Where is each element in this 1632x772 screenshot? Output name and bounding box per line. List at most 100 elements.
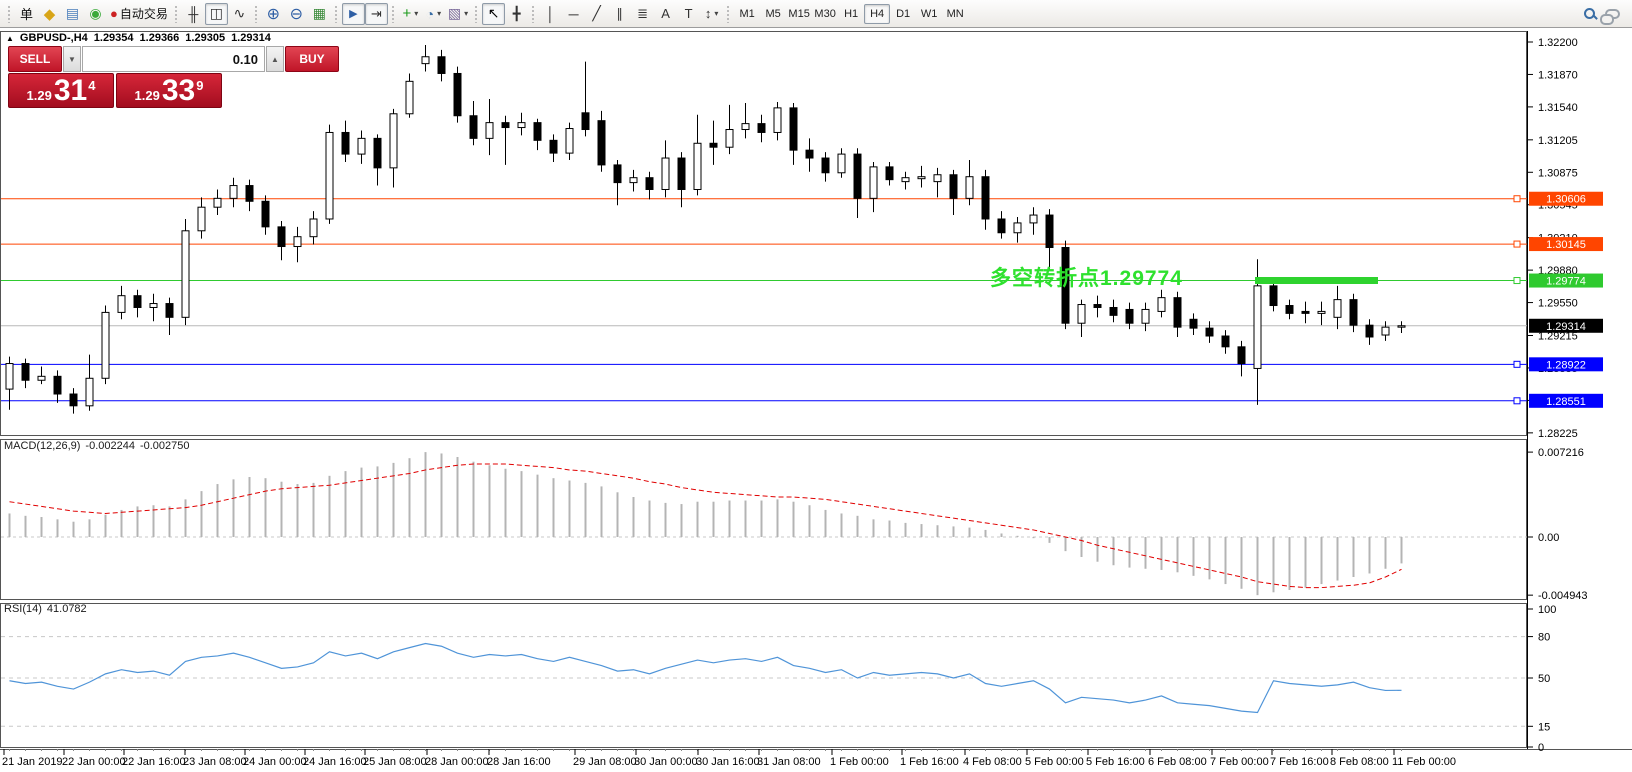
arrows-icon[interactable]: ↕▾ [700, 3, 723, 25]
timeframe-mn[interactable]: MN [942, 4, 968, 24]
one-click-trade-panel: SELL ▼ ▲ BUY 1.29 31 4 1.29 33 9 [8, 46, 222, 108]
svg-text:1 Feb 16:00: 1 Feb 16:00 [900, 756, 959, 768]
volume-input[interactable] [82, 46, 265, 72]
ohlc-low: 1.29305 [185, 32, 225, 44]
ohlc-open: 1.29354 [94, 32, 134, 44]
svg-text:21 Jan 2019: 21 Jan 2019 [2, 756, 63, 768]
svg-text:11 Feb 00:00: 11 Feb 00:00 [1392, 756, 1456, 768]
svg-text:-0.004943: -0.004943 [1538, 590, 1588, 602]
main-pane-frame [1, 32, 1527, 436]
horizontal-line-icon[interactable]: ─ [562, 3, 585, 25]
turning-point-annotation[interactable]: 多空转折点1.29774 [990, 262, 1183, 292]
candlestick-icon: ◫ [210, 5, 223, 22]
timeframe-m15[interactable]: M15 [786, 4, 812, 24]
svg-text:7 Feb 00:00: 7 Feb 00:00 [1210, 756, 1269, 768]
svg-text:30 Jan 00:00: 30 Jan 00:00 [634, 756, 698, 768]
templates-icon[interactable]: ▧▾ [445, 3, 471, 25]
svg-text:7 Feb 16:00: 7 Feb 16:00 [1270, 756, 1329, 768]
channel-icon: ∥ [616, 6, 623, 22]
svg-text:1.31205: 1.31205 [1538, 135, 1578, 147]
chat-icon[interactable] [1605, 9, 1620, 19]
channel-icon[interactable]: ∥ [608, 3, 631, 25]
svg-text:1.29550: 1.29550 [1538, 298, 1578, 310]
indicators-icon[interactable]: +▾ [399, 3, 422, 25]
sell-price-pip: 4 [88, 78, 95, 93]
svg-text:28 Jan 16:00: 28 Jan 16:00 [487, 756, 551, 768]
fibonacci-icon[interactable]: ≣ [631, 3, 654, 25]
sell-price[interactable]: 1.29 31 4 [8, 73, 114, 108]
chart-window-icon[interactable]: ▤ [61, 3, 84, 25]
new-order-icon[interactable]: ◆ [38, 3, 61, 25]
svg-text:1.29774: 1.29774 [1546, 276, 1586, 288]
candlestick-icon[interactable]: ◫ [205, 3, 228, 25]
zoom-out-icon[interactable]: ⊖ [285, 3, 308, 25]
search-icon[interactable] [1584, 8, 1595, 19]
buy-button[interactable]: BUY [285, 46, 339, 72]
svg-text:1.31540: 1.31540 [1538, 102, 1578, 114]
svg-text:4 Feb 08:00: 4 Feb 08:00 [963, 756, 1022, 768]
volume-down-button[interactable]: ▼ [63, 46, 81, 72]
crosshair-icon[interactable]: ╋ [505, 3, 528, 25]
buy-price[interactable]: 1.29 33 9 [116, 73, 222, 108]
svg-text:1.32200: 1.32200 [1538, 37, 1578, 49]
zoom-in-icon: ⊕ [267, 4, 280, 24]
vertical-line-icon: │ [546, 6, 555, 22]
signals-icon[interactable]: ◉ [84, 3, 107, 25]
menu-partial-text[interactable]: 单 [15, 3, 38, 25]
chart-window-icon: ▤ [66, 5, 79, 22]
main-toolbar: 单◆▤◉●自动交易╫◫∿⊕⊖▦▶⇥+▾◔▾▧▾↖╋│─╱∥≣AT↕▾M1M5M1… [0, 0, 1632, 28]
trendline-icon[interactable]: ╱ [585, 3, 608, 25]
svg-text:1.31870: 1.31870 [1538, 69, 1578, 81]
line-chart-icon[interactable]: ∿ [228, 3, 251, 25]
svg-text:50: 50 [1538, 673, 1550, 685]
periods-icon-dropdown[interactable]: ▾ [437, 9, 441, 18]
timeframe-w1[interactable]: W1 [916, 4, 942, 24]
svg-text:1.28551: 1.28551 [1546, 396, 1586, 408]
timeframe-d1[interactable]: D1 [890, 4, 916, 24]
cursor-icon: ↖ [488, 5, 500, 22]
vertical-line-icon[interactable]: │ [539, 3, 562, 25]
indicators-icon-dropdown[interactable]: ▾ [414, 9, 418, 18]
chart-shift-icon[interactable]: ⇥ [365, 3, 388, 25]
svg-text:28 Jan 00:00: 28 Jan 00:00 [425, 756, 489, 768]
toolbar-grip [7, 5, 12, 23]
svg-text:30 Jan 16:00: 30 Jan 16:00 [696, 756, 760, 768]
zoom-in-icon[interactable]: ⊕ [262, 3, 285, 25]
periods-icon: ◔ [426, 6, 434, 22]
toolbar-grip [391, 5, 396, 23]
zoom-out-icon: ⊖ [290, 4, 303, 24]
text-icon[interactable]: A [654, 3, 677, 25]
timeframe-h4[interactable]: H4 [864, 4, 890, 24]
cursor-icon[interactable]: ↖ [482, 3, 505, 25]
svg-text:1.30606: 1.30606 [1546, 194, 1586, 206]
collapse-panel-icon[interactable]: ▲ [6, 34, 14, 43]
symbol-title: GBPUSD-,H4 [20, 32, 88, 44]
svg-text:80: 80 [1538, 632, 1550, 644]
autoscroll-icon[interactable]: ▶ [342, 3, 365, 25]
rsi-indicator-label: RSI(14) 41.0782 [4, 603, 87, 615]
svg-text:1.30145: 1.30145 [1546, 239, 1586, 251]
timeframe-m1[interactable]: M1 [734, 4, 760, 24]
svg-text:0.007216: 0.007216 [1538, 447, 1584, 459]
tile-windows-icon[interactable]: ▦ [308, 3, 331, 25]
svg-text:0.00: 0.00 [1538, 532, 1559, 544]
timeframe-h1[interactable]: H1 [838, 4, 864, 24]
chart-canvas[interactable]: 1.322001.318701.315401.312051.308751.305… [0, 28, 1632, 772]
templates-icon-dropdown[interactable]: ▾ [464, 9, 468, 18]
svg-text:0: 0 [1538, 742, 1544, 754]
svg-text:1 Feb 00:00: 1 Feb 00:00 [830, 756, 889, 768]
autotrade-icon: ● [110, 6, 118, 21]
rsi-name: RSI(14) [4, 603, 42, 615]
ohlc-bars-icon[interactable]: ╫ [182, 3, 205, 25]
volume-up-button[interactable]: ▲ [266, 46, 284, 72]
autotrade-icon[interactable]: ●自动交易 [107, 3, 171, 25]
arrows-icon-dropdown[interactable]: ▾ [714, 9, 718, 18]
toolbar-grip [334, 5, 339, 23]
timeframe-m5[interactable]: M5 [760, 4, 786, 24]
periods-icon[interactable]: ◔▾ [422, 3, 445, 25]
timeframe-m30[interactable]: M30 [812, 4, 838, 24]
sell-button[interactable]: SELL [8, 46, 62, 72]
autoscroll-icon: ▶ [349, 7, 357, 20]
text-label-icon[interactable]: T [677, 3, 700, 25]
text-icon: A [661, 6, 670, 21]
